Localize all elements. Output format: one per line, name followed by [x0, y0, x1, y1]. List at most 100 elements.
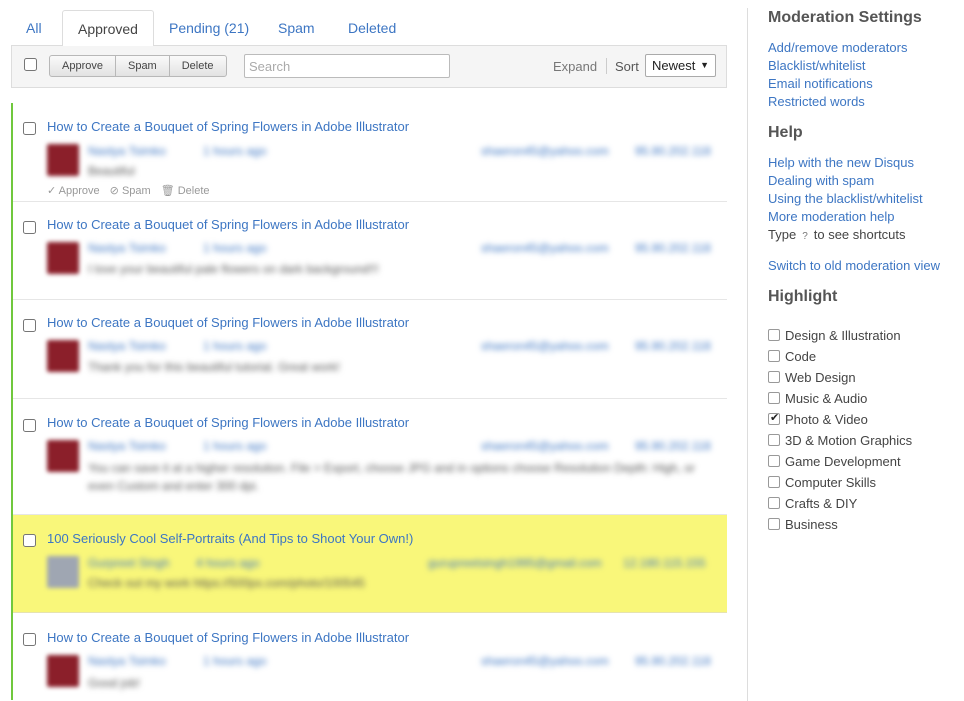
moderation-tabs: All Approved Pending (21) Spam Deleted: [11, 10, 727, 47]
highlight-item[interactable]: Photo & Video: [768, 411, 868, 427]
tab-deleted[interactable]: Deleted: [333, 10, 411, 46]
comment-email[interactable]: shaeron45@yahoo.com: [481, 241, 609, 255]
bulk-approve-button[interactable]: Approve: [50, 56, 116, 76]
comment-body: Beautiful: [88, 164, 135, 178]
comment-checkbox[interactable]: [23, 534, 36, 547]
bulk-spam-button[interactable]: Spam: [116, 56, 170, 76]
comment-thread-title[interactable]: How to Create a Bouquet of Spring Flower…: [47, 217, 409, 232]
avatar[interactable]: [47, 144, 79, 176]
highlight-item[interactable]: Music & Audio: [768, 390, 867, 406]
expand-button[interactable]: Expand: [553, 59, 597, 74]
shortcut-prefix: Type: [768, 227, 797, 242]
comment-actions: ✓ Approve ⊘ Spam 🗑 Delete: [47, 184, 210, 197]
help-new-disqus-link[interactable]: Help with the new Disqus: [768, 155, 914, 170]
add-remove-moderators-link[interactable]: Add/remove moderators: [768, 40, 907, 55]
delete-action[interactable]: 🗑 Delete: [161, 184, 210, 197]
comment-author[interactable]: Nastya Tsimko: [88, 654, 166, 668]
highlight-checkbox[interactable]: [768, 455, 780, 467]
highlight-item[interactable]: Design & Illustration: [768, 327, 901, 343]
email-notifications-link[interactable]: Email notifications: [768, 76, 873, 91]
highlight-checkbox[interactable]: [768, 497, 780, 509]
comment-email[interactable]: shaeron45@yahoo.com: [481, 144, 609, 158]
comment-ip[interactable]: 95.90.202.118: [635, 241, 711, 255]
highlight-item[interactable]: Game Development: [768, 453, 901, 469]
comment-thread-title[interactable]: How to Create a Bouquet of Spring Flower…: [47, 630, 409, 645]
comment-time[interactable]: 4 hours ago: [196, 556, 259, 570]
highlight-item[interactable]: Computer Skills: [768, 474, 876, 490]
comment-author[interactable]: Nastya Tsimko: [88, 439, 166, 453]
avatar[interactable]: [47, 340, 79, 372]
comment-ip[interactable]: 12.180.115.155: [623, 556, 706, 570]
highlight-checkbox[interactable]: [768, 329, 780, 341]
comment-time[interactable]: 1 hours ago: [203, 654, 266, 668]
comment-thread-title[interactable]: How to Create a Bouquet of Spring Flower…: [47, 315, 409, 330]
highlight-item[interactable]: Crafts & DIY: [768, 495, 857, 511]
tab-approved[interactable]: Approved: [62, 10, 154, 47]
approve-action[interactable]: ✓ Approve: [47, 184, 100, 197]
highlight-checkbox[interactable]: [768, 411, 780, 425]
old-moderation-view-link[interactable]: Switch to old moderation view: [768, 258, 940, 273]
comment-email[interactable]: shaeron45@yahoo.com: [481, 654, 609, 668]
comment-checkbox[interactable]: [23, 633, 36, 646]
avatar[interactable]: [47, 655, 79, 687]
comment-thread-title[interactable]: How to Create a Bouquet of Spring Flower…: [47, 119, 409, 134]
avatar[interactable]: [47, 242, 79, 274]
highlight-item[interactable]: 3D & Motion Graphics: [768, 432, 912, 448]
avatar[interactable]: [47, 556, 79, 588]
highlight-checkbox[interactable]: [768, 476, 780, 488]
highlight-label: Business: [785, 516, 838, 532]
comment-time[interactable]: 1 hours ago: [203, 241, 266, 255]
highlight-checkbox[interactable]: [768, 518, 780, 530]
tab-spam[interactable]: Spam: [263, 10, 330, 46]
tab-all[interactable]: All: [11, 10, 57, 46]
comment-checkbox[interactable]: [23, 221, 36, 234]
comment-author[interactable]: Nastya Tsimko: [88, 339, 166, 353]
comment-time[interactable]: 1 hours ago: [203, 439, 266, 453]
using-blacklist-link[interactable]: Using the blacklist/whitelist: [768, 191, 923, 206]
sort-value: Newest: [652, 58, 696, 73]
highlight-checkbox[interactable]: [768, 434, 780, 446]
comment-author[interactable]: Nastya Tsimko: [88, 241, 166, 255]
comment-email[interactable]: shaeron45@yahoo.com: [481, 439, 609, 453]
highlight-label: Game Development: [785, 453, 901, 469]
select-all-checkbox[interactable]: [24, 58, 37, 71]
highlight-heading: Highlight: [768, 288, 838, 305]
highlight-label: Crafts & DIY: [785, 495, 858, 511]
more-moderation-help-link[interactable]: More moderation help: [768, 209, 894, 224]
comment-thread-title[interactable]: How to Create a Bouquet of Spring Flower…: [47, 415, 409, 430]
restricted-words-link[interactable]: Restricted words: [768, 94, 865, 109]
toolbar-divider: [606, 58, 607, 74]
comment-checkbox[interactable]: [23, 319, 36, 332]
comment-time[interactable]: 1 hours ago: [203, 339, 266, 353]
comment-ip[interactable]: 95.90.202.118: [635, 144, 711, 158]
tab-pending[interactable]: Pending (21): [154, 10, 264, 46]
avatar[interactable]: [47, 440, 79, 472]
comment-time[interactable]: 1 hours ago: [203, 144, 266, 158]
comment-checkbox[interactable]: [23, 419, 36, 432]
dealing-with-spam-link[interactable]: Dealing with spam: [768, 173, 874, 188]
highlight-checkbox[interactable]: [768, 350, 780, 362]
comment-thread-title[interactable]: 100 Seriously Cool Self-Portraits (And T…: [47, 531, 413, 546]
comment-ip[interactable]: 95.90.202.118: [635, 439, 711, 453]
highlight-item[interactable]: Business: [768, 516, 838, 532]
comment-item: How to Create a Bouquet of Spring Flower…: [13, 103, 727, 202]
highlight-checkbox[interactable]: [768, 371, 780, 383]
comment-ip[interactable]: 95.90.202.118: [635, 654, 711, 668]
highlight-item[interactable]: Web Design: [768, 369, 856, 385]
highlight-label: Design & Illustration: [785, 327, 901, 343]
spam-action[interactable]: ⊘ Spam: [110, 184, 151, 197]
comment-checkbox[interactable]: [23, 122, 36, 135]
comment-list: How to Create a Bouquet of Spring Flower…: [11, 103, 727, 701]
comment-author[interactable]: Gurpreet Singh: [88, 556, 169, 570]
bulk-action-buttons: Approve Spam Delete: [49, 55, 227, 77]
search-input[interactable]: [244, 54, 450, 78]
blacklist-whitelist-link[interactable]: Blacklist/whitelist: [768, 58, 866, 73]
highlight-item[interactable]: Code: [768, 348, 816, 364]
bulk-delete-button[interactable]: Delete: [170, 56, 226, 76]
comment-ip[interactable]: 95.90.202.118: [635, 339, 711, 353]
comment-author[interactable]: Nastya Tsimko: [88, 144, 166, 158]
comment-email[interactable]: gurupreetsingh1995@gmail.com: [428, 556, 602, 570]
highlight-checkbox[interactable]: [768, 392, 780, 404]
comment-email[interactable]: shaeron45@yahoo.com: [481, 339, 609, 353]
sort-select[interactable]: Newest ▼: [645, 54, 716, 77]
